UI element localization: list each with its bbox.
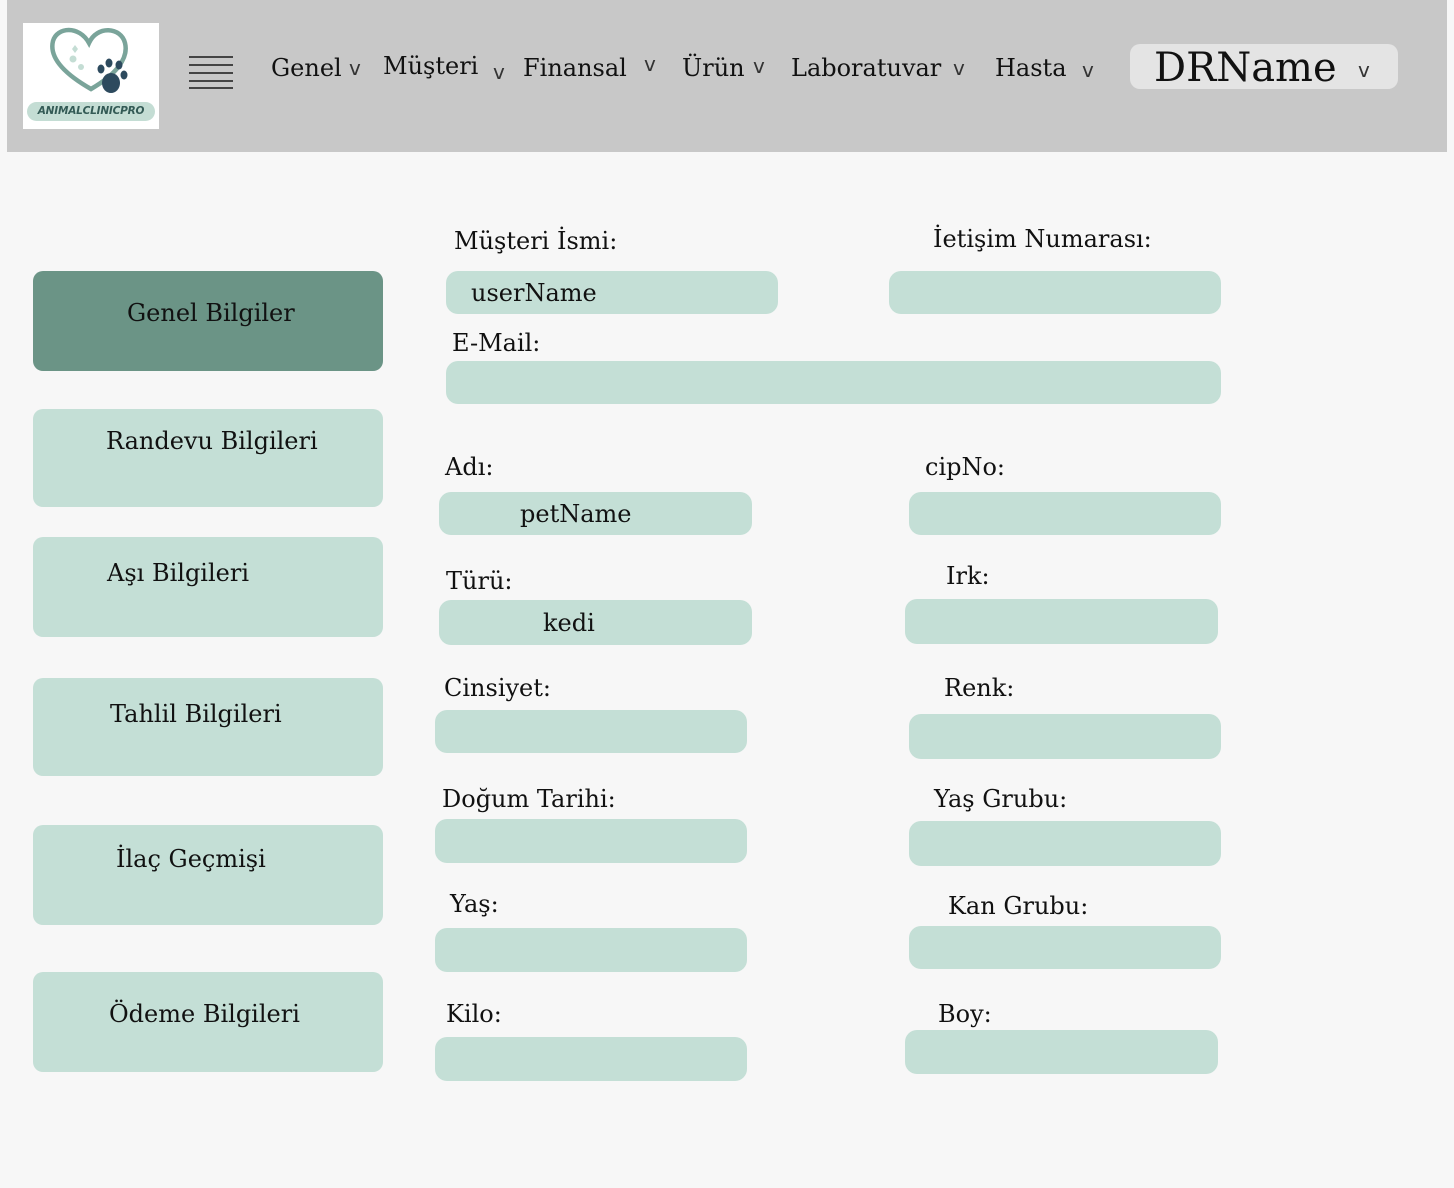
musteri-ismi-input[interactable] — [446, 271, 778, 314]
sidebar-item-odeme-bilgileri[interactable]: Ödeme Bilgileri — [33, 972, 383, 1072]
app-logo[interactable]: ANIMALCLINICPRO — [23, 23, 159, 129]
sidebar-item-genel-bilgiler[interactable]: Genel Bilgiler — [33, 271, 383, 371]
turu-input[interactable] — [439, 600, 752, 645]
nav-genel[interactable]: Genel v — [271, 50, 371, 86]
irk-label: Irk: — [946, 562, 990, 590]
sidebar-item-randevu-bilgileri[interactable]: Randevu Bilgileri — [33, 409, 383, 507]
turu-label: Türü: — [446, 567, 513, 595]
nav-urun[interactable]: Ürün v — [682, 50, 774, 86]
dogum-tarihi-input[interactable] — [435, 819, 747, 863]
kan-grubu-input[interactable] — [909, 926, 1221, 969]
iletisim-numarasi-input[interactable] — [889, 271, 1221, 314]
cipno-label: cipNo: — [925, 453, 1006, 481]
adi-input[interactable] — [439, 492, 752, 535]
renk-label: Renk: — [944, 674, 1015, 702]
user-name: DRName — [1154, 45, 1337, 91]
nav-label: Ürün — [682, 54, 745, 82]
chevron-down-icon: v — [1358, 58, 1370, 82]
nav-label: Laboratuvar — [791, 54, 942, 82]
nav-hasta[interactable]: Hasta v — [995, 50, 1103, 86]
yas-label: Yaş: — [450, 890, 499, 918]
cinsiyet-input[interactable] — [435, 710, 747, 753]
sidebar-item-label: Randevu Bilgileri — [106, 427, 318, 455]
sidebar-item-asi-bilgileri[interactable]: Aşı Bilgileri — [33, 537, 383, 637]
email-input[interactable] — [446, 361, 1221, 404]
sidebar-item-label: Tahlil Bilgileri — [110, 700, 282, 728]
yas-input[interactable] — [435, 928, 747, 972]
nav-label: Genel — [271, 54, 342, 82]
nav-musteri[interactable]: Müşteri v — [383, 48, 515, 84]
cipno-input[interactable] — [909, 492, 1221, 535]
yas-grubu-label: Yaş Grubu: — [934, 785, 1068, 813]
logo-text: ANIMALCLINICPRO — [27, 102, 155, 121]
chevron-down-icon: v — [644, 52, 656, 76]
chevron-down-icon: v — [953, 56, 965, 80]
sidebar-item-tahlil-bilgileri[interactable]: Tahlil Bilgileri — [33, 678, 383, 776]
hamburger-icon[interactable] — [189, 55, 233, 91]
user-menu-dropdown[interactable]: DRName v — [1130, 44, 1398, 91]
nav-label: Müşteri — [383, 52, 479, 80]
sidebar-item-label: Aşı Bilgileri — [107, 559, 250, 587]
kilo-input[interactable] — [435, 1037, 747, 1081]
nav-label: Hasta — [995, 54, 1067, 82]
iletisim-numarasi-label: İetişim Numarası: — [933, 225, 1152, 253]
email-label: E-Mail: — [452, 329, 541, 357]
nav-laboratuvar[interactable]: Laboratuvar v — [791, 50, 973, 86]
sidebar-item-label: İlaç Geçmişi — [116, 845, 266, 873]
kilo-label: Kilo: — [446, 1000, 502, 1028]
yas-grubu-input[interactable] — [909, 821, 1221, 866]
dogum-tarihi-label: Doğum Tarihi: — [442, 785, 616, 813]
renk-input[interactable] — [909, 714, 1221, 759]
chevron-down-icon: v — [753, 54, 765, 78]
sidebar-item-label: Genel Bilgiler — [127, 299, 295, 327]
chevron-down-icon: v — [1082, 58, 1094, 82]
boy-input[interactable] — [905, 1030, 1218, 1074]
irk-input[interactable] — [905, 599, 1218, 644]
sidebar-item-ilac-gecmisi[interactable]: İlaç Geçmişi — [33, 825, 383, 925]
nav-label: Finansal — [523, 54, 627, 82]
adi-label: Adı: — [445, 453, 494, 481]
boy-label: Boy: — [938, 1000, 992, 1028]
sidebar-item-label: Ödeme Bilgileri — [109, 1000, 300, 1028]
cinsiyet-label: Cinsiyet: — [444, 674, 551, 702]
kan-grubu-label: Kan Grubu: — [948, 892, 1089, 920]
nav-finansal[interactable]: Finansal v — [523, 50, 665, 86]
chevron-down-icon: v — [493, 60, 505, 84]
musteri-ismi-label: Müşteri İsmi: — [454, 227, 618, 255]
chevron-down-icon: v — [349, 56, 361, 80]
